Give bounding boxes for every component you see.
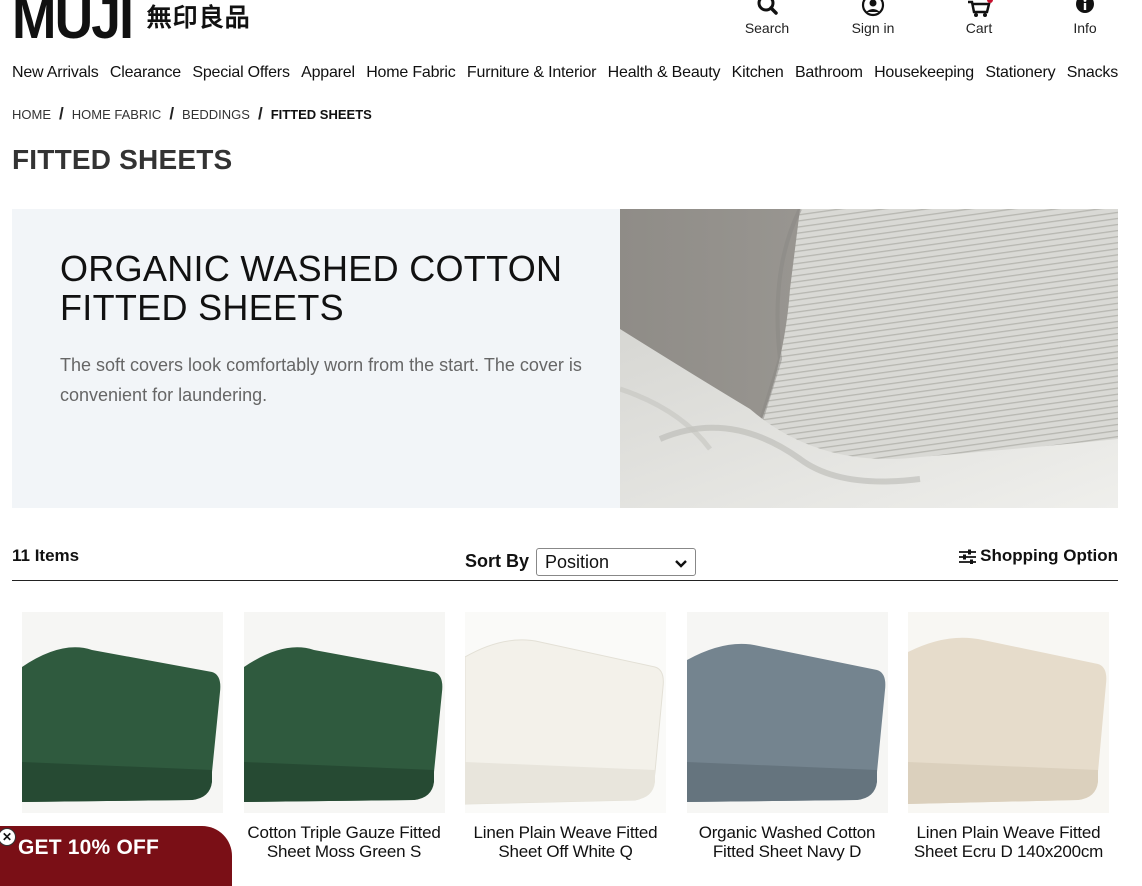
- product-name-line-2: Sheet Ecru D 140x200cm: [913, 842, 1104, 861]
- search-label: Search: [744, 20, 790, 36]
- product-toolbar: 11 Items Sort By Position Shopping Optio…: [12, 540, 1118, 581]
- product-name-line-2: Sheet Off White Q: [498, 842, 633, 861]
- breadcrumb-current: FITTED SHEETS: [270, 106, 372, 122]
- cart-label: Cart: [965, 20, 993, 36]
- banner-text-panel: ORGANIC WASHED COTTON FITTED SHEETS The …: [12, 209, 620, 508]
- breadcrumb-home[interactable]: HOME: [12, 107, 51, 122]
- sign-in-label: Sign in: [851, 20, 895, 36]
- items-count: 11 Items: [12, 546, 80, 565]
- nav-bathroom[interactable]: Bathroom: [795, 64, 863, 82]
- discount-promo-banner[interactable]: GET 10% OFF: [0, 826, 232, 886]
- banner-title-line-1: ORGANIC WASHED COTTON: [60, 248, 563, 289]
- product-name: Linen Plain Weave Fitted Sheet Off White…: [465, 823, 666, 861]
- chevron-down-icon: [675, 552, 687, 573]
- product-card[interactable]: Linen Plain Weave Fitted Sheet Off White…: [465, 612, 666, 861]
- nav-housekeeping[interactable]: Housekeeping: [874, 64, 974, 82]
- product-image: [686, 612, 888, 813]
- nav-furniture-interior[interactable]: Furniture & Interior: [467, 64, 597, 82]
- category-banner: ORGANIC WASHED COTTON FITTED SHEETS The …: [12, 209, 1118, 508]
- nav-stationery[interactable]: Stationery: [985, 64, 1055, 82]
- product-card[interactable]: Organic Washed Cotton Fitted Sheet Navy …: [686, 612, 888, 861]
- info-icon: [1073, 0, 1097, 18]
- product-name-line-2: Fitted Sheet Navy D: [712, 842, 862, 861]
- sliders-icon: [959, 549, 977, 564]
- info-button[interactable]: Info: [1050, 0, 1120, 36]
- logo-wordmark: MUJI: [12, 0, 134, 51]
- product-name: Cotton Triple Gauze Fitted Sheet Moss Gr…: [244, 823, 445, 861]
- promo-text: GET 10% OFF: [18, 836, 160, 859]
- info-label: Info: [1073, 20, 1097, 36]
- search-icon: [755, 0, 779, 18]
- sort-by-select[interactable]: Position: [536, 548, 696, 576]
- product-card[interactable]: [22, 612, 223, 861]
- nav-new-arrivals[interactable]: New Arrivals: [12, 64, 99, 82]
- main-navigation: New Arrivals Clearance Special Offers Ap…: [12, 64, 1118, 82]
- banner-title-line-2: FITTED SHEETS: [60, 287, 344, 328]
- muji-logo[interactable]: MUJI 無印良品: [12, 0, 251, 51]
- product-name-line-1: Cotton Triple Gauze Fitted: [247, 823, 441, 842]
- nav-clearance[interactable]: Clearance: [110, 64, 181, 82]
- breadcrumb-home-fabric[interactable]: HOME FABRIC: [72, 107, 162, 122]
- product-grid: Cotton Triple Gauze Fitted Sheet Moss Gr…: [22, 612, 1130, 861]
- product-card[interactable]: Linen Plain Weave Fitted Sheet Ecru D 14…: [908, 612, 1109, 861]
- product-name-line-1: Linen Plain Weave Fitted: [473, 823, 658, 842]
- breadcrumb-separator: /: [257, 104, 263, 123]
- sort-by-label: Sort By: [465, 551, 530, 571]
- logo-japanese: 無印良品: [146, 3, 251, 32]
- product-name-line-2: Sheet Moss Green S: [266, 842, 422, 861]
- product-image: [908, 612, 1109, 813]
- nav-kitchen[interactable]: Kitchen: [732, 64, 784, 82]
- shopping-option-button[interactable]: Shopping Option: [959, 546, 1118, 566]
- cart-button[interactable]: Cart: [944, 0, 1014, 36]
- breadcrumb-separator: /: [59, 104, 64, 123]
- product-name-line-1: Linen Plain Weave Fitted: [916, 823, 1101, 842]
- product-name: Organic Washed Cotton Fitted Sheet Navy …: [687, 823, 888, 861]
- nav-snacks[interactable]: Snacks: [1067, 64, 1118, 82]
- nav-special-offers[interactable]: Special Offers: [192, 64, 290, 82]
- page-title: FITTED SHEETS: [12, 144, 233, 175]
- product-image: [465, 612, 666, 813]
- search-button[interactable]: Search: [732, 0, 802, 36]
- banner-title: ORGANIC WASHED COTTON FITTED SHEETS: [60, 249, 600, 327]
- product-name-line-1: Organic Washed Cotton: [698, 823, 876, 842]
- breadcrumb-separator: /: [169, 104, 175, 123]
- product-image: [22, 612, 223, 813]
- nav-health-beauty[interactable]: Health & Beauty: [608, 64, 721, 82]
- nav-home-fabric[interactable]: Home Fabric: [366, 64, 456, 82]
- product-name: Linen Plain Weave Fitted Sheet Ecru D 14…: [908, 823, 1109, 861]
- breadcrumb: HOME / HOME FABRIC / BEDDINGS / FITTED S…: [12, 104, 372, 124]
- product-image: [243, 612, 445, 813]
- nav-apparel[interactable]: Apparel: [301, 64, 355, 82]
- cart-icon: [965, 0, 993, 18]
- banner-description: The soft covers look comfortably worn fr…: [60, 355, 582, 405]
- sort-selected-value: Position: [545, 551, 610, 572]
- banner-image: [620, 209, 1118, 508]
- sign-in-button[interactable]: Sign in: [838, 0, 908, 36]
- user-icon: [861, 0, 885, 18]
- product-card[interactable]: Cotton Triple Gauze Fitted Sheet Moss Gr…: [243, 612, 445, 861]
- breadcrumb-beddings[interactable]: BEDDINGS: [182, 107, 250, 122]
- shopping-option-label: Shopping Option: [980, 546, 1118, 565]
